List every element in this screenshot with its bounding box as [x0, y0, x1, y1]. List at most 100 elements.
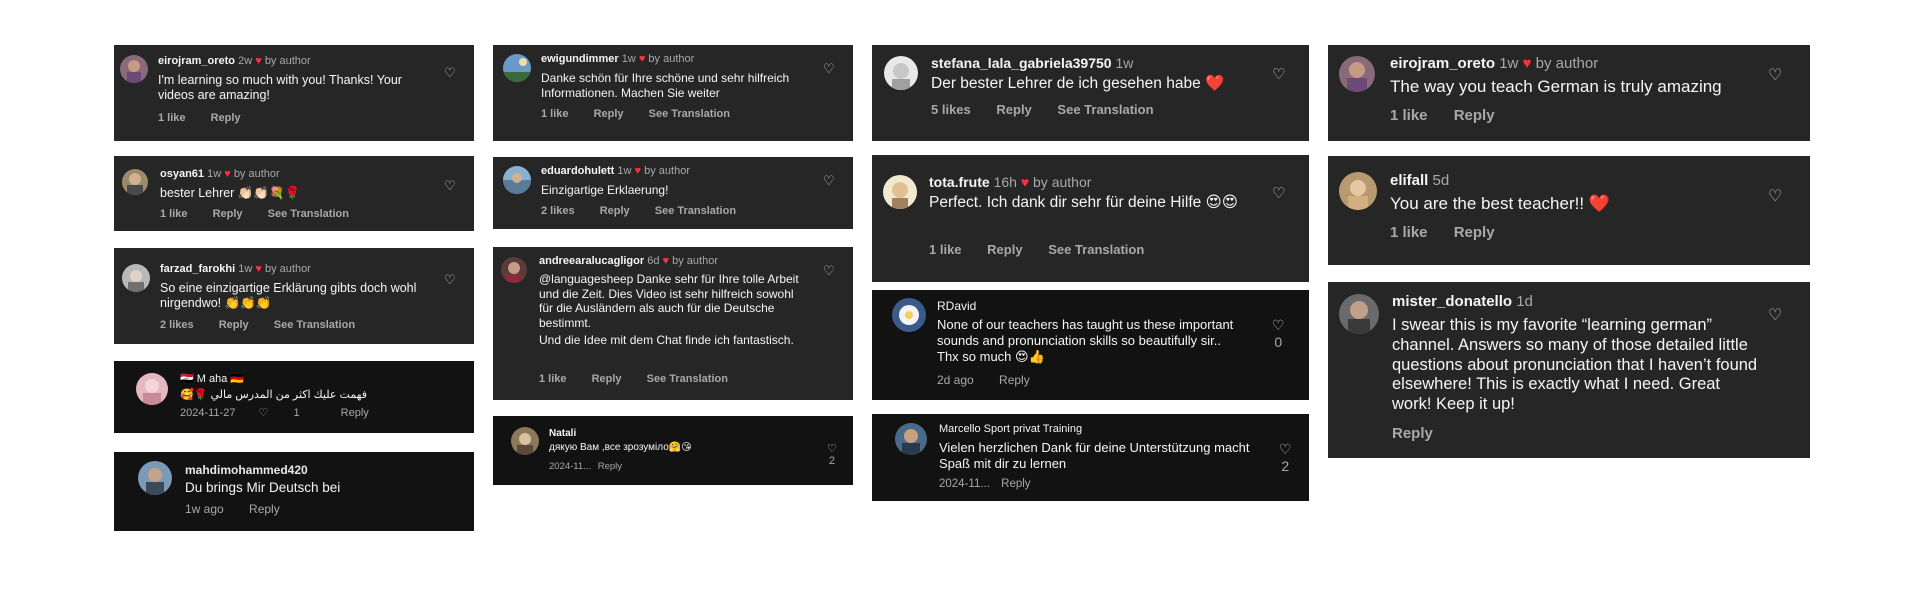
liked-by-author-label: by author	[672, 255, 718, 267]
heart-outline-icon[interactable]: ♡	[1272, 184, 1285, 202]
heart-outline-icon[interactable]: ♡	[1272, 317, 1285, 333]
reply-button[interactable]: Reply	[211, 112, 241, 124]
heart-outline-icon[interactable]: ♡	[1279, 441, 1292, 457]
username[interactable]: stefana_lala_gabriela39750	[931, 55, 1112, 71]
username[interactable]: 🇮🇶 M aha 🇩🇪	[180, 373, 244, 385]
username[interactable]: mister_donatello	[1392, 293, 1512, 310]
avatar[interactable]	[138, 461, 172, 495]
reply-button[interactable]: Reply	[341, 407, 369, 419]
comment-date: 2024-11...	[549, 461, 592, 472]
see-translation-button[interactable]: See Translation	[647, 373, 728, 385]
username[interactable]: Natali	[549, 428, 576, 439]
avatar[interactable]	[501, 257, 527, 283]
likes-count: 1 like	[158, 112, 186, 124]
timestamp: 2w	[238, 55, 253, 67]
like-button[interactable]: ♡ 1	[259, 407, 322, 419]
like-count: 0	[1274, 334, 1283, 350]
username[interactable]: osyan61	[160, 168, 204, 180]
username[interactable]: Marcello Sport privat Training	[939, 423, 1082, 435]
heart-outline-icon[interactable]: ♡	[444, 65, 456, 81]
avatar[interactable]	[511, 427, 539, 455]
avatar[interactable]	[122, 264, 150, 292]
username[interactable]: RDavid	[937, 299, 976, 313]
reply-button[interactable]: Reply	[219, 319, 249, 331]
heart-icon: ♥	[255, 263, 262, 275]
reply-button[interactable]: Reply	[996, 102, 1031, 117]
reply-button[interactable]: Reply	[987, 242, 1022, 257]
heart-outline-icon[interactable]: ♡	[444, 272, 456, 288]
likes-count: 1 like	[539, 373, 567, 385]
avatar[interactable]	[895, 423, 927, 455]
username[interactable]: mahdimohammed420	[185, 463, 308, 477]
likes-count: 5 likes	[931, 102, 971, 117]
username[interactable]: farzad_farokhi	[160, 263, 235, 275]
username[interactable]: andreearalucagligor	[539, 255, 644, 267]
likes-count: 1 like	[929, 242, 962, 257]
heart-outline-icon[interactable]: ♡	[823, 263, 835, 279]
comment-card: eduardohulett 1w ♥ by author Einzigartig…	[493, 157, 853, 229]
avatar[interactable]	[503, 166, 531, 194]
reply-button[interactable]: Reply	[1001, 478, 1030, 490]
avatar[interactable]	[1339, 294, 1379, 334]
avatar[interactable]	[136, 373, 168, 405]
reply-button[interactable]: Reply	[249, 502, 280, 516]
likes-count: 2 likes	[541, 205, 575, 217]
reply-button[interactable]: Reply	[1454, 224, 1495, 241]
avatar[interactable]	[120, 55, 148, 83]
heart-outline-icon[interactable]: ♡	[823, 61, 835, 77]
avatar[interactable]	[122, 169, 148, 195]
username[interactable]: eirojram_oreto	[158, 55, 235, 67]
heart-outline-icon[interactable]: ♡	[1272, 65, 1285, 83]
liked-by-author-label: by author	[1535, 55, 1599, 72]
avatar[interactable]	[884, 56, 918, 90]
comment-card: stefana_lala_gabriela39750 1w Der bester…	[872, 45, 1309, 141]
avatar[interactable]	[892, 298, 926, 332]
liked-by-author-label: by author	[264, 263, 311, 275]
heart-outline-icon[interactable]: ♡	[827, 443, 837, 455]
reply-button[interactable]: Reply	[999, 373, 1030, 387]
avatar[interactable]	[1339, 56, 1375, 92]
comment-card: tota.frute 16h ♥ by author Perfect. Ich …	[872, 155, 1309, 282]
avatar[interactable]	[503, 54, 531, 82]
see-translation-button[interactable]: See Translation	[649, 108, 730, 120]
see-translation-button[interactable]: See Translation	[1048, 242, 1144, 257]
timestamp: 1w	[238, 263, 253, 275]
comment-paragraph: Und die Idee mit dem Chat finde ich fant…	[539, 332, 794, 347]
reply-button[interactable]: Reply	[592, 373, 622, 385]
like-button[interactable]: ♡ 0	[1272, 317, 1285, 350]
liked-by-author-label: by author	[264, 55, 311, 67]
like-count: 1	[293, 407, 300, 419]
timestamp: 1w	[1115, 55, 1134, 71]
heart-outline-icon[interactable]: ♡	[1768, 186, 1782, 206]
like-button[interactable]: ♡ 2	[1279, 441, 1292, 474]
see-translation-button[interactable]: See Translation	[274, 319, 355, 331]
username[interactable]: ewigundimmer	[541, 53, 619, 65]
reply-button[interactable]: Reply	[600, 205, 630, 217]
see-translation-button[interactable]: See Translation	[268, 208, 349, 220]
comment-text: Danke schön für Ihre schöne und sehr hil…	[541, 71, 790, 100]
see-translation-button[interactable]: See Translation	[1057, 102, 1153, 117]
like-button[interactable]: ♡ 2	[827, 442, 837, 467]
avatar[interactable]	[883, 175, 917, 209]
username[interactable]: eirojram_oreto	[1390, 55, 1495, 72]
heart-outline-icon[interactable]: ♡	[259, 407, 269, 419]
heart-outline-icon[interactable]: ♡	[1768, 65, 1782, 85]
username[interactable]: elifall	[1390, 172, 1428, 189]
reply-button[interactable]: Reply	[594, 108, 624, 120]
comment-text: I'm learning so much with you! Thanks! Y…	[158, 73, 402, 103]
comment-text: Einzigartige Erklaerung!	[541, 183, 669, 197]
heart-outline-icon[interactable]: ♡	[1768, 305, 1782, 325]
comment-card: Marcello Sport privat Training Vielen he…	[872, 414, 1309, 501]
heart-outline-icon[interactable]: ♡	[823, 173, 835, 189]
reply-button[interactable]: Reply	[598, 461, 622, 472]
heart-outline-icon[interactable]: ♡	[444, 178, 456, 194]
reply-button[interactable]: Reply	[1392, 425, 1433, 442]
reply-button[interactable]: Reply	[1454, 107, 1495, 124]
username[interactable]: eduardohulett	[541, 165, 614, 177]
comment-card: eirojram_oreto 2w ♥ by author I'm learni…	[114, 45, 474, 141]
avatar[interactable]	[1339, 172, 1377, 210]
heart-icon: ♥	[662, 255, 670, 267]
username[interactable]: tota.frute	[929, 174, 990, 190]
reply-button[interactable]: Reply	[213, 208, 243, 220]
see-translation-button[interactable]: See Translation	[655, 205, 736, 217]
